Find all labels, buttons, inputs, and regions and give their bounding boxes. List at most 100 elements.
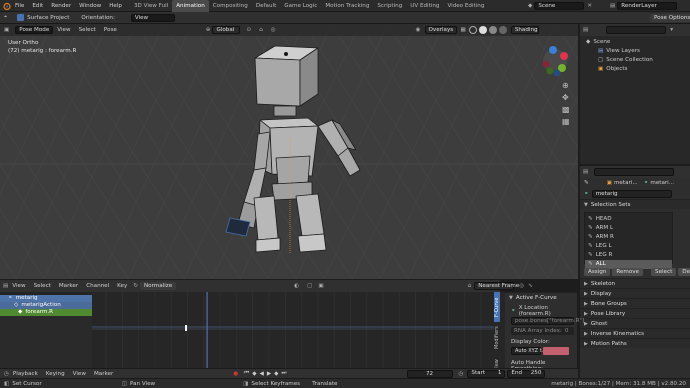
armature-tab-icon[interactable]: ✎: [584, 180, 589, 186]
lookdev-shading-icon[interactable]: [488, 26, 497, 34]
pose-options-button[interactable]: Pose Options: [650, 14, 690, 22]
graph-menu-view[interactable]: View: [8, 280, 29, 292]
solid-shading-icon[interactable]: [478, 26, 487, 34]
xray-icon[interactable]: ▦: [461, 27, 466, 33]
shading-dropdown[interactable]: Shading: [510, 26, 539, 34]
view-filter-icon[interactable]: ▣: [318, 283, 323, 289]
tab-video-editing[interactable]: Video Editing: [443, 0, 488, 12]
tab-default[interactable]: Default: [252, 0, 280, 12]
z-axis-handle[interactable]: [549, 46, 557, 54]
breadcrumb-armature[interactable]: metari...: [650, 180, 674, 186]
rna-index-field[interactable]: RNA Array Index: 0: [511, 327, 574, 335]
panel-pose-library[interactable]: ▶ Pose Library: [580, 308, 690, 318]
rendered-shading-icon[interactable]: [498, 26, 507, 34]
mode-dropdown[interactable]: Pose Mode: [15, 26, 54, 34]
panel-skeleton[interactable]: ▶ Skeleton: [580, 278, 690, 288]
prev-key-icon[interactable]: ◆: [252, 371, 256, 377]
selection-set-item[interactable]: ✎ LEG R: [585, 251, 672, 260]
preview-range-icon[interactable]: ◷: [459, 371, 464, 377]
wireframe-shading-icon[interactable]: [468, 26, 477, 34]
outliner-item-view-layers[interactable]: ▤ View Layers: [580, 47, 690, 56]
breadcrumb-object[interactable]: metari...: [614, 180, 638, 186]
color-mode-dropdown[interactable]: Auto XYZ t...: [511, 347, 546, 355]
zoom-icon[interactable]: ⊕: [562, 80, 570, 92]
armature-name-field[interactable]: metarig: [591, 189, 672, 198]
tab-motion-tracking[interactable]: Motion Tracking: [321, 0, 373, 12]
current-frame-field[interactable]: 72: [406, 369, 453, 378]
menu-render[interactable]: Render: [47, 0, 75, 12]
graph-menu-channel[interactable]: Channel: [82, 280, 113, 292]
tab-compositing[interactable]: Compositing: [209, 0, 252, 12]
menu-file[interactable]: File: [11, 0, 28, 12]
graph-menu-key[interactable]: Key: [113, 280, 131, 292]
panel-inverse-kinematics[interactable]: ▶ Inverse Kinematics: [580, 328, 690, 338]
normalize-toggle-icon[interactable]: ↻: [133, 283, 138, 289]
next-key-icon[interactable]: ◆: [274, 371, 278, 377]
play-reverse-icon[interactable]: ◀: [260, 371, 264, 377]
menu-edit[interactable]: Edit: [28, 0, 47, 12]
properties-search[interactable]: [594, 168, 675, 176]
snap-mode-icon[interactable]: ⌂: [468, 283, 472, 289]
viewport-menu-select[interactable]: Select: [75, 24, 100, 36]
curve-area[interactable]: 1020304050607080901001101201301401501601…: [92, 292, 500, 378]
panel-bone-groups[interactable]: ▶ Bone Groups: [580, 298, 690, 308]
record-icon[interactable]: ●: [233, 371, 238, 377]
render-layer-field[interactable]: RenderLayer: [617, 2, 678, 10]
jump-end-icon[interactable]: ⏭: [281, 370, 286, 377]
channel-forearm-r[interactable]: ◆ forearm.R: [0, 309, 92, 316]
perspective-icon[interactable]: ▦: [562, 116, 570, 128]
active-fcurve-panel[interactable]: ▼ Active F-Curve: [505, 292, 577, 302]
menu-window[interactable]: Window: [75, 0, 105, 12]
scene-field[interactable]: Scene: [534, 2, 585, 10]
scene-close-icon[interactable]: ✕: [587, 3, 592, 9]
menu-help[interactable]: Help: [105, 0, 126, 12]
tab-modifiers[interactable]: Modifiers: [494, 323, 500, 353]
outliner-item-objects[interactable]: ▣ Objects: [580, 65, 690, 74]
scene-selector[interactable]: ◆ Scene ✕: [528, 2, 592, 10]
proportional-edit-icon[interactable]: ◎: [519, 283, 524, 289]
outliner-item-scene[interactable]: ◆ Scene: [580, 38, 690, 47]
tab-animation[interactable]: Animation: [172, 0, 209, 12]
select-button[interactable]: Select: [651, 268, 677, 276]
pivot-point-icon[interactable]: ▢: [307, 283, 312, 289]
outliner-search[interactable]: [606, 26, 667, 34]
show-gizmo-icon[interactable]: ◉: [416, 27, 421, 33]
tab-scripting[interactable]: Scripting: [373, 0, 406, 12]
graph-menu-marker[interactable]: Marker: [55, 280, 82, 292]
curve-icon[interactable]: ∿: [528, 283, 533, 289]
selection-set-item[interactable]: ✎ ARM L: [585, 224, 672, 233]
render-layer-selector[interactable]: ▤ RenderLayer: [610, 2, 678, 10]
jump-start-icon[interactable]: ⏮: [244, 370, 249, 377]
snap-icon[interactable]: ⌂: [259, 27, 263, 33]
snap-dropdown[interactable]: Nearest Frame: [474, 282, 519, 290]
orientation-dropdown[interactable]: View: [130, 13, 175, 22]
selection-sets-panel[interactable]: ▼ Selection Sets: [580, 199, 690, 209]
outliner-editor-icon[interactable]: ▤: [583, 27, 588, 33]
viewport-menu-pose[interactable]: Pose: [100, 24, 121, 36]
selection-set-item[interactable]: ✎ ARM R: [585, 233, 672, 242]
play-icon[interactable]: ▶: [267, 371, 271, 377]
selection-set-item[interactable]: ✎ LEG L: [585, 242, 672, 251]
properties-editor-icon[interactable]: ▤: [583, 169, 588, 175]
blender-logo-icon[interactable]: [0, 2, 11, 10]
robot-character[interactable]: [200, 38, 380, 253]
pan-icon[interactable]: ✥: [562, 92, 570, 104]
data-path-field[interactable]: pose.bones["forearm.R"]: [511, 317, 584, 325]
remove-button[interactable]: Remove: [612, 268, 644, 276]
channel-metarig[interactable]: ⚬ metarig: [0, 295, 92, 302]
assign-button[interactable]: Assign: [584, 268, 611, 276]
deselect-button[interactable]: Deselect: [678, 268, 690, 276]
viewport-menu-view[interactable]: View: [53, 24, 74, 36]
x-axis-handle[interactable]: [560, 52, 568, 60]
tab-uv-editing[interactable]: UV Editing: [406, 0, 443, 12]
panel-motion-paths[interactable]: ▶ Motion Paths: [580, 338, 690, 348]
overlays-dropdown[interactable]: Overlays: [424, 26, 457, 34]
tab-game-logic[interactable]: Game Logic: [280, 0, 321, 12]
surface-project-checkbox[interactable]: [17, 14, 25, 21]
graph-menu-select[interactable]: Select: [30, 280, 55, 292]
selection-set-item[interactable]: ✎ HEAD: [585, 215, 672, 224]
outliner-item-scene-collection[interactable]: ▢ Scene Collection: [580, 56, 690, 65]
panel-ghost[interactable]: ▶ Ghost: [580, 318, 690, 328]
tab-3d-view-full[interactable]: 3D View Full: [130, 0, 172, 12]
pivot-icon[interactable]: ⊙: [246, 27, 251, 33]
